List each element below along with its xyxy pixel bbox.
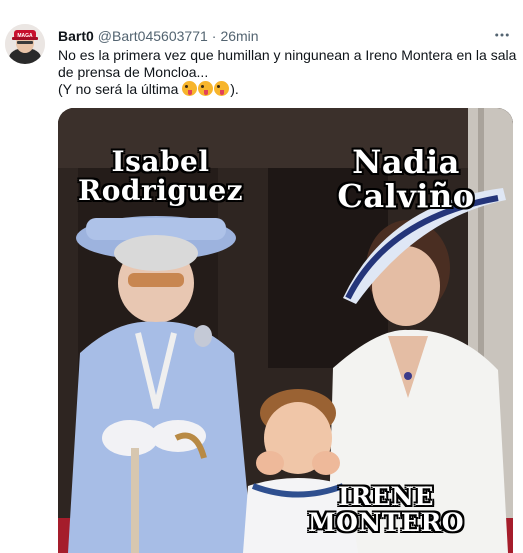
label-right-line2: Calviño — [337, 176, 475, 215]
tweet-text-suffix: ). — [230, 81, 239, 97]
display-name[interactable]: Bart0 — [58, 28, 94, 44]
label-left-line2: Rodriguez — [77, 174, 244, 208]
tweet-text: No es la primera vez que humillan y ning… — [58, 47, 518, 98]
zany-face-emoji — [198, 81, 214, 96]
user-handle[interactable]: @Bart045603771 — [98, 28, 208, 44]
avatar[interactable]: MAGA — [5, 24, 45, 64]
label-right-line1: Nadia — [352, 143, 460, 181]
tweet-text-line2: (Y no será la última ). — [58, 81, 518, 98]
tweet-header: Bart0 @Bart045603771 · 26min — [58, 27, 259, 45]
zany-face-emoji — [214, 81, 230, 96]
avatar-image: MAGA — [5, 24, 45, 64]
label-bottom: IRENE MONTERO — [306, 482, 466, 538]
svg-text:MAGA: MAGA — [17, 33, 33, 39]
label-left-line1: Isabel — [111, 145, 210, 178]
label-left: Isabel Rodriguez — [58, 147, 263, 206]
label-bottom-line2: MONTERO — [307, 508, 464, 538]
zany-face-emoji — [182, 81, 198, 96]
tweet-text-prefix: (Y no será la última — [58, 81, 183, 97]
tweet-text-line1: No es la primera vez que humillan y ning… — [58, 47, 517, 80]
more-horizontal-icon[interactable] — [489, 22, 515, 48]
separator-dot: · — [211, 28, 217, 44]
timestamp[interactable]: 26min — [220, 28, 258, 44]
tweet[interactable]: MAGA Bart0 @Bart045603771 · 26min No es … — [0, 0, 523, 553]
label-bottom-line1: IRENE — [338, 482, 434, 511]
label-right: Nadia Calviño — [322, 143, 490, 215]
